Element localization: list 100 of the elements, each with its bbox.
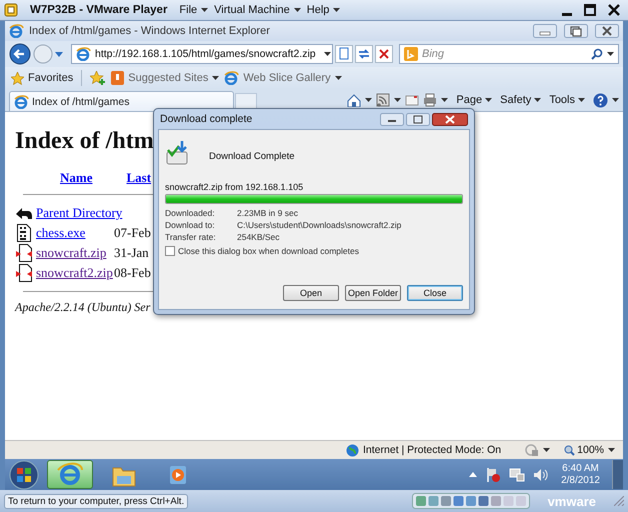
home-icon[interactable] (347, 93, 362, 107)
page-heading: Index of /htm (15, 127, 154, 155)
detail-value: 2.23MB in 9 sec (237, 207, 299, 219)
window-title: Index of /html/games - Windows Internet Explorer (29, 25, 270, 37)
ie-icon (56, 462, 84, 488)
caret-icon[interactable] (608, 448, 615, 452)
status-text: Internet | Protected Mode: On (363, 444, 502, 456)
compressed-file-icon (15, 244, 33, 262)
vmware-logo: vmware (548, 494, 596, 508)
menu-button[interactable]: Tools (549, 94, 585, 106)
dialog-button[interactable]: Close (407, 285, 463, 301)
detail-value: 254KB/Sec (237, 231, 281, 243)
caret-icon (294, 8, 301, 12)
page-icon (76, 47, 91, 61)
maximize-icon[interactable] (584, 4, 596, 16)
taskbar-button[interactable] (47, 460, 93, 489)
favorites-link[interactable]: Favorites (11, 72, 74, 84)
speaker-icon[interactable] (533, 468, 550, 482)
feed-icon[interactable] (376, 93, 390, 107)
flag-icon[interactable] (485, 466, 502, 482)
detail-value: C:\Users\student\Downloads\snowcraft2.zip (237, 219, 402, 231)
zoom-icon (564, 444, 576, 456)
file-link[interactable]: snowcraft.zip (36, 245, 114, 261)
caret-icon[interactable] (441, 98, 448, 102)
caret-icon (212, 76, 220, 80)
clock-date[interactable]: 2/8/2012 (561, 474, 600, 486)
dialog-button[interactable]: Open Folder (345, 285, 401, 301)
menu-item[interactable]: Help (306, 4, 340, 16)
compressed-file-icon (15, 264, 33, 282)
table-cell: 07-Feb (114, 225, 151, 241)
back-arrow-icon (15, 206, 33, 220)
search-field[interactable]: Bing (422, 48, 587, 60)
menu-item[interactable]: File (179, 4, 208, 16)
caret-icon[interactable] (612, 98, 619, 102)
search-icon[interactable] (591, 48, 603, 60)
star-icon (11, 72, 24, 84)
caret-icon (485, 98, 492, 102)
menu-button[interactable]: Safety (500, 94, 542, 106)
caret-icon (201, 8, 208, 12)
stop-icon[interactable] (375, 45, 393, 63)
device-icons-drawing[interactable] (412, 493, 530, 509)
dialog-title: Download complete (160, 113, 252, 125)
status-message: Download Complete (209, 150, 295, 162)
start-button-icon[interactable] (9, 460, 39, 490)
favorites-link[interactable]: Suggested Sites (111, 71, 220, 85)
binary-file-icon (15, 224, 33, 242)
detail-label: Download to: (165, 219, 216, 231)
dialog-button[interactable]: Open (283, 285, 339, 301)
caret-icon[interactable] (543, 448, 550, 452)
server-signature: Apache/2.2.14 (Ubuntu) Ser (15, 300, 150, 315)
resize-grip-icon[interactable] (614, 496, 624, 506)
globe-icon (346, 444, 359, 456)
caret-icon[interactable] (365, 98, 372, 102)
caret-icon (578, 98, 585, 102)
checkbox[interactable] (165, 246, 175, 256)
close-icon[interactable] (608, 4, 620, 16)
menu-item[interactable]: Virtual Machine (214, 4, 301, 16)
caret-icon (334, 76, 342, 80)
caret-icon (607, 52, 614, 56)
column-link[interactable]: Name (60, 170, 92, 186)
add-favorite-icon[interactable] (90, 71, 106, 85)
column-link[interactable]: Last (126, 170, 152, 186)
close-icon[interactable] (595, 24, 619, 38)
file-link[interactable]: Parent Directory (36, 205, 122, 221)
restore-icon[interactable] (564, 24, 588, 38)
refresh-icon[interactable] (355, 45, 373, 63)
help-icon[interactable] (593, 92, 608, 108)
detail-label: Transfer rate: (165, 231, 217, 243)
detail-label: Downloaded: (165, 207, 216, 219)
network-icon[interactable] (509, 466, 526, 482)
file-link[interactable]: chess.exe (36, 225, 114, 241)
caret-icon[interactable] (394, 98, 402, 102)
tray-arrow-icon[interactable] (469, 472, 478, 477)
checkbox-label[interactable]: Close this dialog box when download completes (178, 246, 359, 256)
close-icon[interactable] (432, 112, 468, 126)
back-icon[interactable] (9, 43, 31, 65)
table-cell: 08-Feb (114, 265, 151, 281)
address-field[interactable]: http://192.168.1.105/html/games/snowcraft2.zip (71, 44, 333, 64)
search-bar[interactable]: Bing (399, 44, 619, 64)
table-cell: 31-Jan (114, 245, 149, 261)
ie-icon (14, 94, 29, 108)
web-slice-icon (224, 71, 240, 85)
file-source: snowcraft2.zip from 192.168.1.105 (165, 182, 304, 192)
zoom-button[interactable]: 100% (564, 444, 604, 456)
mail-icon[interactable] (405, 93, 420, 107)
clock-time[interactable]: 6:40 AM (562, 462, 599, 474)
ie-icon (9, 24, 24, 38)
browser-tab[interactable]: Index of /html/games (9, 91, 234, 111)
bing-icon (404, 47, 418, 61)
favorites-link[interactable]: Web Slice Gallery (224, 71, 342, 85)
file-link[interactable]: snowcraft2.zip (36, 265, 114, 281)
caret-icon (333, 8, 340, 12)
menu-button[interactable]: Page (456, 94, 492, 106)
hint-text: To return to your computer, press Ctrl+Alt. (4, 494, 188, 508)
minimize-icon[interactable] (380, 112, 404, 126)
caret-icon (324, 52, 331, 56)
suggested-sites-icon (111, 71, 124, 85)
caret-icon (534, 98, 542, 102)
maximize-icon[interactable] (406, 112, 430, 126)
print-icon[interactable] (423, 93, 438, 107)
